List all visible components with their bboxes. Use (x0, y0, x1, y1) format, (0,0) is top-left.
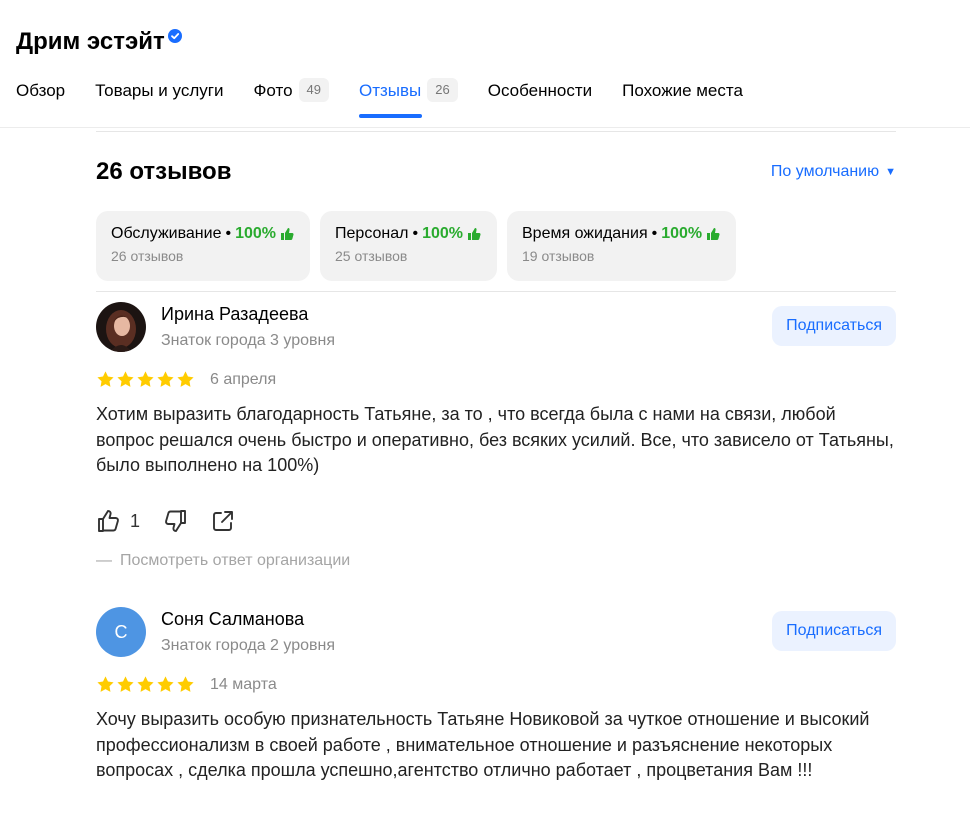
tab-label: Товары и услуги (95, 81, 224, 100)
star-rating (96, 370, 196, 389)
reviews-count-title: 26 отзывов (96, 158, 232, 185)
tab-count-badge: 26 (427, 78, 458, 102)
star-icon (157, 371, 174, 387)
aspect-percent: 100% (661, 225, 703, 242)
like-count: 1 (130, 510, 141, 531)
thumb-up-icon (281, 228, 294, 240)
tab-photo[interactable]: Фото 49 (253, 78, 329, 118)
author-name[interactable]: Ирина Разадеева (161, 302, 308, 326)
tabs-divider (0, 127, 970, 128)
star-icon (97, 676, 114, 692)
avatar[interactable]: С (96, 607, 146, 657)
like-button[interactable]: 1 (96, 508, 140, 534)
star-icon (137, 371, 154, 387)
aspect-chips: Обслуживание • 100% 26 отзывов Персонал … (96, 211, 746, 281)
review-date: 6 апреля (210, 370, 277, 388)
divider (96, 291, 896, 292)
star-icon (137, 676, 154, 692)
aspect-review-count: 19 отзывов (522, 248, 595, 264)
dash-icon: — (96, 552, 112, 569)
tab-bar: Обзор Товары и услуги Фото 49 Отзывы 26 … (16, 78, 773, 118)
aspect-percent: 100% (235, 225, 277, 242)
reviews-header: 26 отзывов По умолчанию ▼ (96, 158, 896, 186)
thumb-down-icon (165, 510, 186, 532)
separator-dot: • (651, 225, 658, 242)
tab-overview[interactable]: Обзор (16, 78, 65, 118)
separator-dot: • (225, 225, 232, 242)
rating-row: 6 апреля (96, 370, 276, 389)
thumb-up-icon (468, 228, 481, 240)
view-org-answer-link[interactable]: — Посмотреть ответ организации (96, 552, 350, 570)
divider (96, 131, 896, 132)
star-icon (177, 371, 194, 387)
review-card: С Соня Салманова Знаток города 2 уровня … (96, 607, 896, 824)
author-level: Знаток города 2 уровня (161, 637, 336, 654)
aspect-name: Время ожидания (522, 225, 648, 242)
avatar[interactable] (96, 302, 146, 352)
org-answer-label: Посмотреть ответ организации (120, 552, 351, 569)
star-icon (157, 676, 174, 692)
org-title: Дрим эстэйт (16, 28, 165, 55)
tab-goods-services[interactable]: Товары и услуги (95, 78, 223, 118)
tab-similar-places[interactable]: Похожие места (622, 78, 743, 118)
aspect-chip-service[interactable]: Обслуживание • 100% 26 отзывов (96, 211, 311, 281)
caret-down-icon: ▼ (885, 166, 896, 178)
tab-label: Отзывы (359, 81, 422, 100)
aspect-chip-staff[interactable]: Персонал • 100% 25 отзывов (320, 211, 497, 281)
author-level: Знаток города 3 уровня (161, 332, 336, 349)
review-date: 14 марта (210, 675, 277, 693)
subscribe-button[interactable]: Подписаться (772, 306, 896, 346)
aspect-chip-waiting-time[interactable]: Время ожидания • 100% 19 отзывов (507, 211, 737, 281)
aspect-name: Персонал (335, 225, 409, 242)
tab-features[interactable]: Особенности (488, 78, 592, 118)
tab-label: Обзор (16, 81, 66, 100)
review-text: Хочу выразить особую признательность Тат… (96, 709, 870, 780)
thumb-up-icon (707, 228, 720, 240)
star-rating (96, 675, 196, 694)
subscribe-button[interactable]: Подписаться (772, 611, 896, 651)
tab-label: Особенности (487, 81, 593, 100)
star-icon (117, 371, 134, 387)
share-icon (213, 511, 233, 531)
sort-label: По умолчанию (770, 163, 880, 180)
share-button[interactable] (210, 508, 236, 534)
separator-dot: • (412, 225, 419, 242)
tab-label: Фото (253, 81, 293, 100)
review-text: Хотим выразить благодарность Татьяне, за… (96, 404, 894, 475)
org-header: Дрим эстэйт (16, 26, 182, 58)
review-card: Ирина Разадеева Знаток города 3 уровня П… (96, 302, 896, 572)
rating-row: 14 марта (96, 675, 277, 694)
avatar-letter: С (114, 621, 128, 642)
tab-count-badge: 49 (298, 78, 329, 102)
tab-reviews[interactable]: Отзывы 26 (359, 78, 458, 118)
star-icon (117, 676, 134, 692)
aspect-name: Обслуживание (111, 225, 222, 242)
review-actions: 1 (96, 508, 258, 534)
thumb-up-icon (98, 510, 119, 532)
tab-label: Похожие места (622, 81, 743, 100)
aspect-review-count: 26 отзывов (111, 248, 184, 264)
star-icon (97, 371, 114, 387)
aspect-percent: 100% (422, 225, 463, 242)
author-name[interactable]: Соня Салманова (161, 607, 304, 631)
dislike-button[interactable] (162, 508, 188, 534)
star-icon (177, 676, 194, 692)
aspect-review-count: 25 отзывов (335, 248, 408, 264)
sort-dropdown[interactable]: По умолчанию ▼ (771, 163, 896, 181)
verified-check-icon (167, 29, 182, 43)
